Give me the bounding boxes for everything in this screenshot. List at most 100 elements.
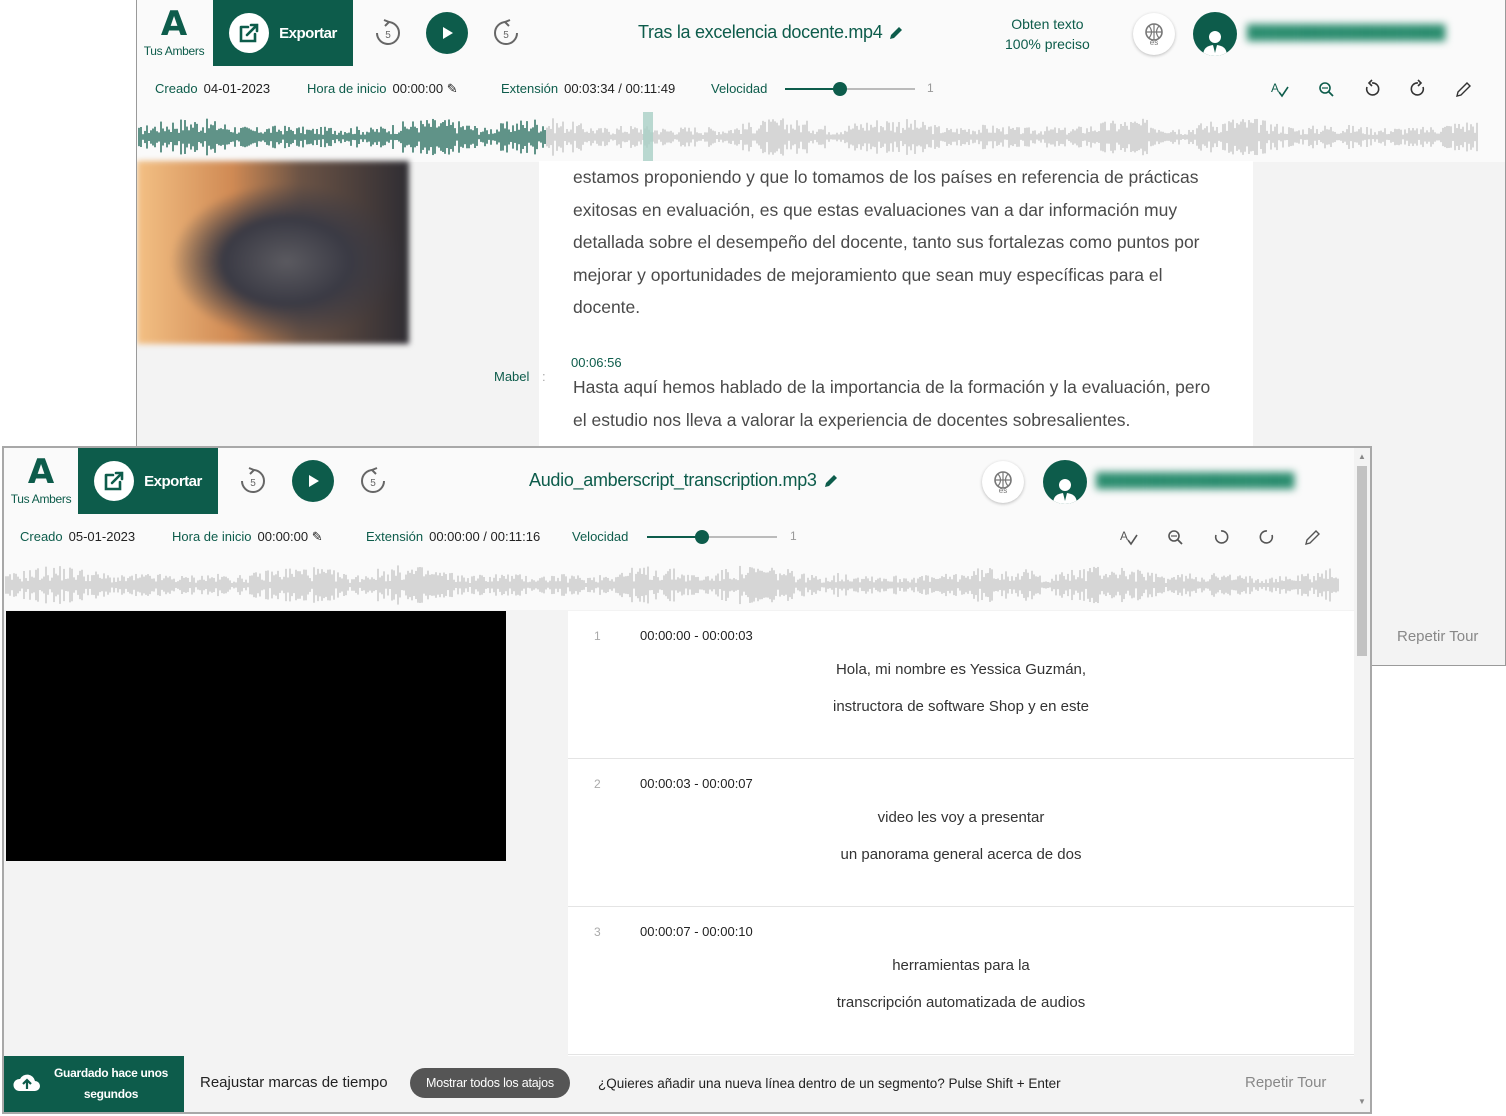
brand-label: Tus Ambers xyxy=(10,492,72,506)
export-icon xyxy=(229,13,270,53)
edit-pencil-icon xyxy=(824,474,837,487)
show-shortcuts-button[interactable]: Mostrar todos los atajos xyxy=(410,1068,570,1098)
speed-slider-knob[interactable] xyxy=(833,82,847,96)
play-button[interactable] xyxy=(426,12,468,54)
segment-text-line[interactable]: video les voy a presentar xyxy=(568,809,1354,826)
user-email-blurred: ████████████████████ xyxy=(1096,472,1295,488)
transcript-paragraph[interactable]: Hasta aquí hemos hablado de la importanc… xyxy=(573,371,1233,436)
created-info: Creado 05-01-2023 xyxy=(20,529,136,544)
transcript-segment[interactable]: 2 00:00:03 - 00:00:07 video les voy a pr… xyxy=(568,759,1354,907)
length-info: Extensión 00:03:34 / 00:11:49 xyxy=(501,81,676,96)
spellcheck-icon[interactable]: A xyxy=(1267,76,1293,102)
segment-text-line[interactable]: Hola, mi nombre es Yessica Guzmán, xyxy=(568,661,1354,678)
export-icon xyxy=(94,461,135,501)
export-label: Exportar xyxy=(279,24,337,42)
logo[interactable]: A Tus Ambers xyxy=(137,0,211,66)
cloud-upload-icon xyxy=(13,1074,40,1091)
scrollbar-thumb[interactable] xyxy=(1357,466,1367,656)
precision-promo[interactable]: Obten texto 100% preciso xyxy=(1005,14,1090,54)
speed-slider[interactable] xyxy=(785,82,915,96)
export-button[interactable]: Exportar xyxy=(78,448,218,514)
find-replace-icon[interactable] xyxy=(1313,76,1339,102)
segment-text-line[interactable]: instructora de software Shop y en este xyxy=(568,698,1354,715)
repeat-tour-link[interactable]: Repetir Tour xyxy=(1397,628,1478,645)
edit-pencil-icon xyxy=(890,26,903,39)
language-button[interactable]: es xyxy=(1133,13,1175,55)
svg-text:A: A xyxy=(1120,529,1128,543)
bottom-bar: Guardado hace unos segundos Reajustar ma… xyxy=(4,1056,1354,1112)
file-title[interactable]: Audio_amberscript_transcription.mp3 xyxy=(529,470,839,491)
segment-timecode[interactable]: 00:00:00 - 00:00:03 xyxy=(640,628,753,643)
redo-icon[interactable] xyxy=(1405,76,1431,102)
info-bar: Creado 05-01-2023 Hora de inicio 00:00:00 … xyxy=(4,514,1370,560)
svg-text:5: 5 xyxy=(503,30,509,41)
play-icon xyxy=(309,475,319,487)
speed-slider[interactable] xyxy=(647,530,777,544)
save-status: Guardado hace unos segundos xyxy=(4,1056,184,1112)
speed-label: Velocidad xyxy=(711,81,768,96)
repeat-tour-link[interactable]: Repetir Tour xyxy=(1245,1074,1326,1091)
segment-number: 3 xyxy=(594,925,601,939)
redo-icon[interactable] xyxy=(1254,524,1280,550)
rewind-icon: 5 xyxy=(376,19,400,45)
language-button[interactable]: es xyxy=(982,461,1024,503)
speed-value: 1 xyxy=(790,529,797,543)
top-toolbar: A Tus Ambers Exportar 5 5 Tras la excele… xyxy=(137,0,1505,66)
file-title[interactable]: Tras la excelencia docente.mp4 xyxy=(638,22,904,43)
segment-timecode[interactable]: 00:00:03 - 00:00:07 xyxy=(640,776,753,791)
undo-icon[interactable] xyxy=(1359,76,1385,102)
rewind-5-button[interactable]: 5 xyxy=(367,12,409,54)
forward-5-button[interactable]: 5 xyxy=(485,12,527,54)
segment-number: 2 xyxy=(594,777,601,791)
rewind-icon: 5 xyxy=(241,467,265,493)
start-time-info[interactable]: Hora de inicio 00:00:00 ✎ xyxy=(172,529,323,545)
segment-text-line[interactable]: herramientas para la xyxy=(568,957,1354,974)
segment-text-line[interactable]: transcripción automatizada de audios xyxy=(568,994,1354,1011)
transcript-paragraph[interactable]: estamos proponiendo y que lo tomamos de … xyxy=(573,161,1233,324)
svg-text:5: 5 xyxy=(370,478,376,489)
front-editor-window: A Tus Ambers Exportar 5 5 Audio_amberscr… xyxy=(2,446,1372,1114)
video-player[interactable] xyxy=(6,611,506,861)
file-name: Tras la excelencia docente.mp4 xyxy=(638,22,883,42)
transcript-segment[interactable]: 3 00:00:07 - 00:00:10 herramientas para … xyxy=(568,907,1354,1055)
playhead-cursor xyxy=(643,112,653,162)
user-icon xyxy=(1053,479,1077,504)
readjust-timestamps-link[interactable]: Reajustar marcas de tiempo xyxy=(200,1074,388,1091)
forward-5-button[interactable]: 5 xyxy=(352,460,394,502)
globe-icon: es xyxy=(994,471,1012,494)
play-button[interactable] xyxy=(292,460,334,502)
user-avatar[interactable] xyxy=(1043,460,1087,504)
audio-waveform[interactable] xyxy=(137,112,1505,162)
speed-label: Velocidad xyxy=(572,529,629,544)
brand-label: Tus Ambers xyxy=(143,44,205,58)
user-icon xyxy=(1203,31,1227,56)
edit-icon[interactable] xyxy=(1300,524,1326,550)
logo[interactable]: A Tus Ambers xyxy=(4,448,78,514)
export-button[interactable]: Exportar xyxy=(213,0,353,66)
speed-slider-knob[interactable] xyxy=(695,530,709,544)
info-bar: Creado 04-01-2023 Hora de inicio 00:00:00 … xyxy=(137,66,1505,112)
file-name: Audio_amberscript_transcription.mp3 xyxy=(529,470,817,490)
paragraph-timestamp[interactable]: 00:06:56 xyxy=(571,355,622,370)
segment-text-line[interactable]: un panorama general acerca de dos xyxy=(568,846,1354,863)
transcript-segment[interactable]: 1 00:00:00 - 00:00:03 Hola, mi nombre es… xyxy=(568,611,1354,759)
start-time-info[interactable]: Hora de inicio 00:00:00 ✎ xyxy=(307,81,458,97)
user-avatar[interactable] xyxy=(1193,12,1237,56)
edit-pencil-icon: ✎ xyxy=(311,529,323,544)
edit-icon[interactable] xyxy=(1451,76,1477,102)
scroll-up-icon[interactable]: ▲ xyxy=(1358,452,1366,461)
speaker-separator: : xyxy=(542,369,546,384)
scrollbar[interactable]: ▲ ▼ xyxy=(1354,448,1370,1112)
svg-text:es: es xyxy=(999,486,1007,494)
rewind-5-button[interactable]: 5 xyxy=(232,460,274,502)
created-info: Creado 04-01-2023 xyxy=(155,81,271,96)
svg-text:A: A xyxy=(1271,81,1279,95)
undo-icon[interactable] xyxy=(1208,524,1234,550)
spellcheck-icon[interactable]: A xyxy=(1116,524,1142,550)
segment-number: 1 xyxy=(594,629,601,643)
speaker-name[interactable]: Mabel xyxy=(494,369,529,384)
segment-timecode[interactable]: 00:00:07 - 00:00:10 xyxy=(640,924,753,939)
audio-waveform[interactable] xyxy=(4,560,1354,610)
scroll-down-icon[interactable]: ▼ xyxy=(1358,1097,1366,1106)
find-replace-icon[interactable] xyxy=(1162,524,1188,550)
